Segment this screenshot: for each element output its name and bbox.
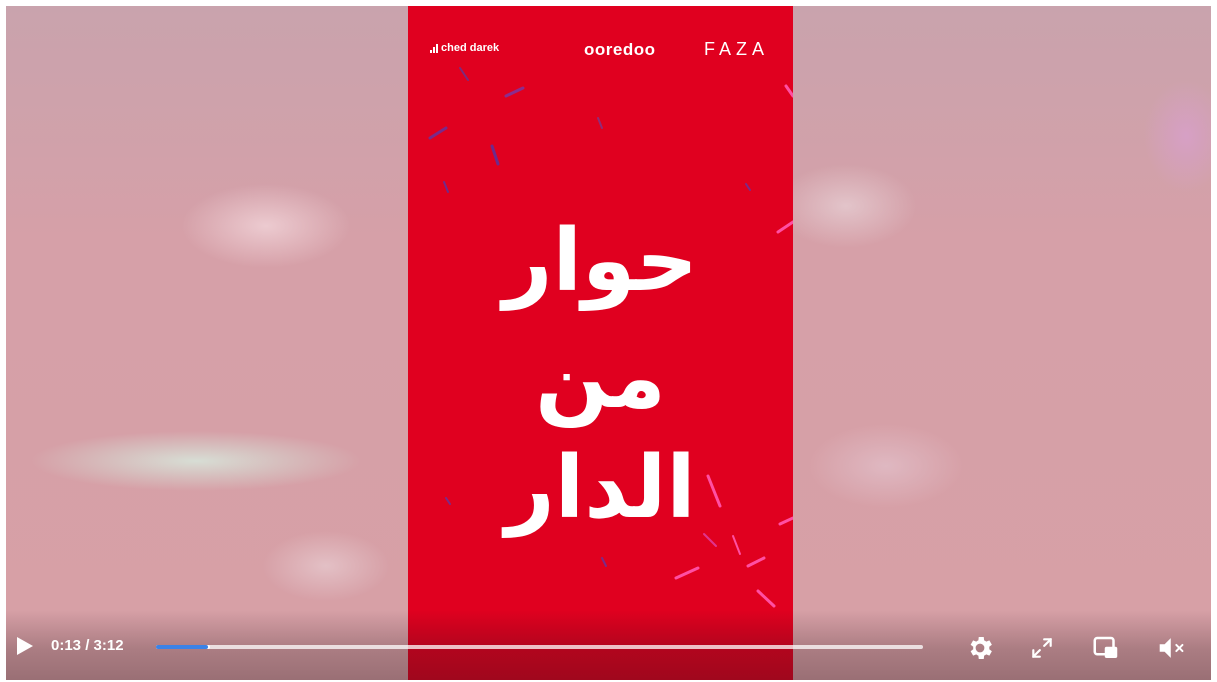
duration: 3:12: [93, 637, 124, 654]
picture-in-picture-icon: [1093, 636, 1118, 658]
expand-icon: [1032, 638, 1052, 658]
video-title-line-1: حوار: [503, 211, 698, 311]
progress-bar[interactable]: [156, 645, 923, 649]
settings-button[interactable]: [964, 632, 996, 664]
video-title-line-3: الدار: [505, 438, 696, 538]
video-title-line-2: من: [535, 328, 666, 428]
current-time: 0:13: [51, 637, 82, 654]
signal-bars-icon: [430, 43, 438, 53]
faza-logo: FAZA: [704, 39, 770, 59]
ched-darek-logo-text: ched darek: [441, 42, 500, 54]
play-icon: [17, 637, 33, 655]
time-separator: /: [81, 637, 94, 654]
volume-muted-icon: [1159, 638, 1184, 658]
time-display: 0:13 / 3:12: [51, 637, 124, 654]
video-frame[interactable]: ched darek ooredoo FAZA حوار من الدار: [408, 6, 793, 680]
gear-icon: [970, 637, 992, 659]
volume-button[interactable]: [1156, 632, 1188, 664]
progress-played: [156, 645, 209, 649]
fullscreen-button[interactable]: [1026, 632, 1058, 664]
video-player[interactable]: ched darek ooredoo FAZA حوار من الدار 0:…: [6, 6, 1211, 680]
ooredoo-logo: ooredoo: [584, 40, 656, 59]
picture-in-picture-button[interactable]: [1090, 632, 1122, 664]
ched-darek-logo: ched darek: [430, 42, 499, 54]
play-button[interactable]: [12, 634, 36, 658]
video-controls-bar: 0:13 / 3:12: [6, 618, 1211, 680]
